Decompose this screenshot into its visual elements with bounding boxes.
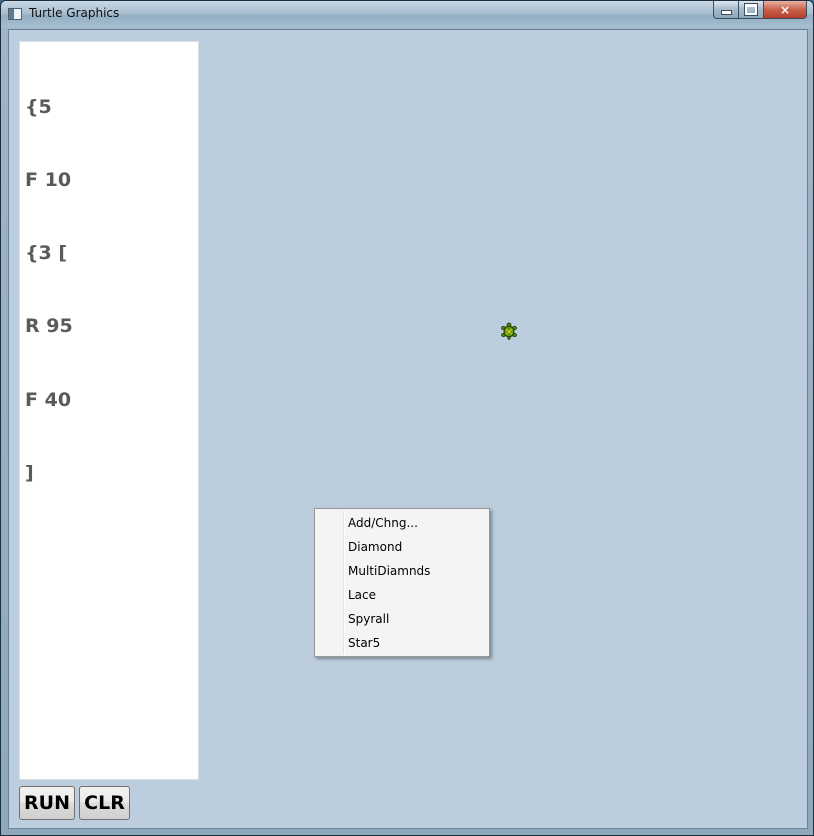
window-title: Turtle Graphics	[29, 6, 120, 20]
command-editor[interactable]: {5 F 10 {3 [ R 95 F 40 ]	[19, 41, 199, 780]
maximize-icon	[744, 3, 758, 16]
minimize-icon	[720, 10, 732, 15]
menu-item-star5[interactable]: Star5	[315, 631, 489, 655]
editor-line: {5	[25, 95, 52, 118]
context-menu: Add/Chng... Diamond MultiDiamnds Lace Sp…	[314, 508, 490, 657]
editor-line: {3 [	[25, 242, 68, 265]
menu-item-diamond[interactable]: Diamond	[315, 535, 489, 559]
close-button[interactable]: ×	[764, 1, 807, 19]
editor-line: ]	[25, 461, 34, 484]
menu-item-spyrall[interactable]: Spyrall	[315, 607, 489, 631]
turtle-icon	[501, 322, 517, 340]
close-icon: ×	[779, 2, 791, 17]
menu-item-lace[interactable]: Lace	[315, 583, 489, 607]
caption-buttons: ×	[713, 1, 807, 20]
maximize-button[interactable]	[739, 1, 764, 19]
title-bar[interactable]: Turtle Graphics ×	[1, 1, 813, 28]
minimize-button[interactable]	[713, 1, 739, 19]
app-icon[interactable]	[8, 8, 22, 20]
menu-item-add-chng[interactable]: Add/Chng...	[315, 511, 489, 535]
app-window: Turtle Graphics × {5 F 10 {3 [ R 95 F 40…	[0, 0, 814, 836]
editor-line: R 95	[25, 315, 73, 338]
menu-item-multidiamnds[interactable]: MultiDiamnds	[315, 559, 489, 583]
editor-line: F 10	[25, 169, 72, 192]
run-button[interactable]: RUN	[19, 786, 75, 820]
editor-line: F 40	[25, 388, 72, 411]
drawing-canvas[interactable]: {5 F 10 {3 [ R 95 F 40 ] RUN CLR Add/Chn…	[8, 29, 808, 829]
clear-button[interactable]: CLR	[79, 786, 130, 820]
